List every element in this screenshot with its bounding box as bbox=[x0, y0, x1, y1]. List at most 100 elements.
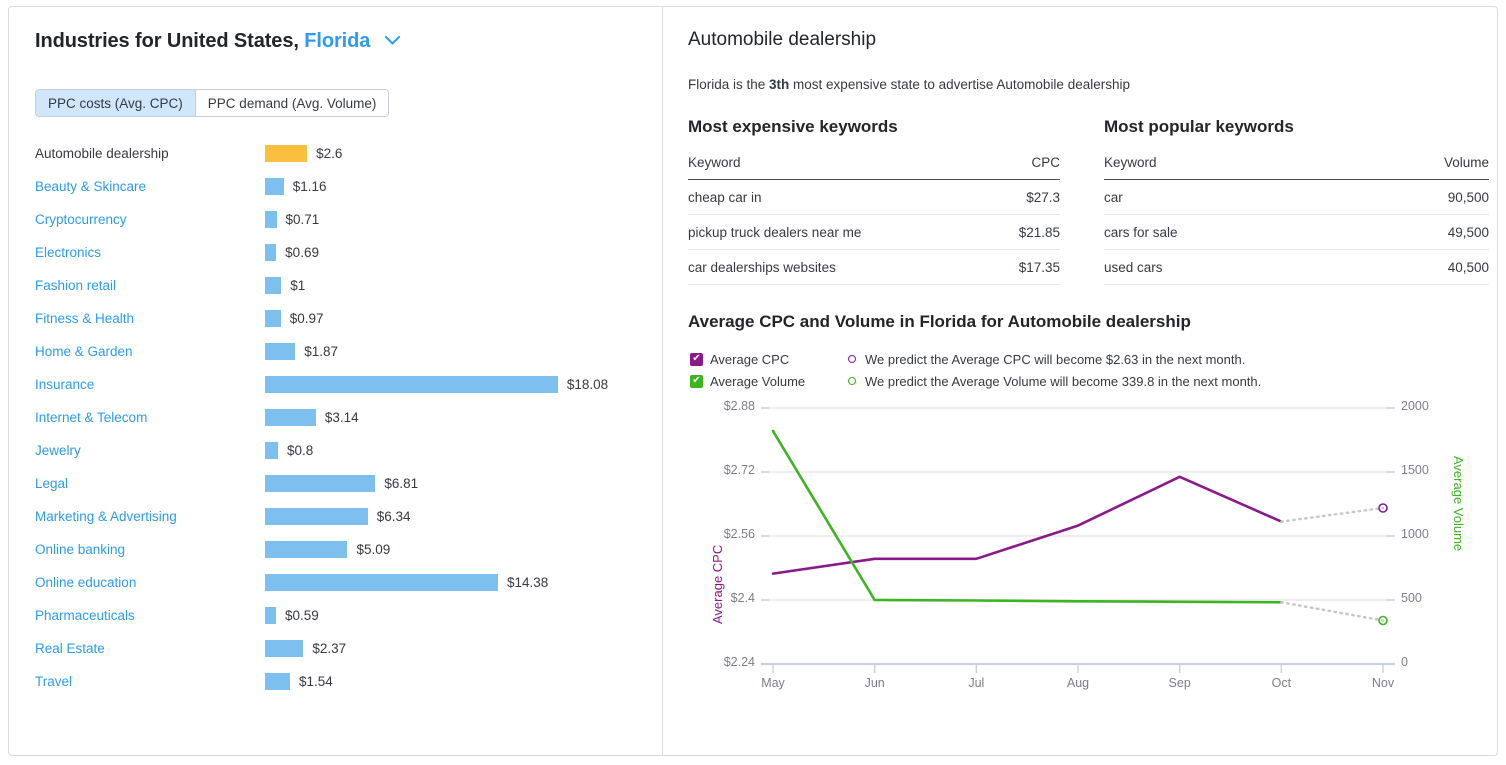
table-header-row: Keyword CPC bbox=[688, 155, 1060, 180]
x-tick-label: Aug bbox=[1066, 676, 1090, 690]
y-left-tick-label: $2.4 bbox=[730, 591, 755, 605]
table-row: car dealerships websites $17.35 bbox=[688, 249, 1060, 285]
industry-bar-group: $6.34 bbox=[265, 500, 411, 533]
y-left-tick-label: $2.56 bbox=[723, 527, 755, 541]
industry-name[interactable]: Marketing & Advertising bbox=[35, 509, 177, 524]
industry-row[interactable]: Pharmaceuticals $0.59 bbox=[9, 599, 662, 632]
industry-row[interactable]: Fitness & Health $0.97 bbox=[9, 302, 662, 335]
x-tick-label: Nov bbox=[1371, 676, 1395, 690]
industry-row[interactable]: Insurance $18.08 bbox=[9, 368, 662, 401]
industry-bar-group: $2.6 bbox=[265, 137, 342, 170]
keyword-value-cell: 49,500 bbox=[1342, 214, 1489, 250]
industry-bar-group: $3.14 bbox=[265, 401, 359, 434]
rank-value: 3th bbox=[769, 77, 790, 92]
industry-bar bbox=[265, 673, 290, 690]
industry-bar-group: $14.38 bbox=[265, 566, 548, 599]
industry-value: $14.38 bbox=[506, 575, 549, 590]
industry-row[interactable]: Electronics $0.69 bbox=[9, 236, 662, 269]
tab-metric-1[interactable]: PPC demand (Avg. Volume) bbox=[194, 90, 389, 116]
industry-bar-group: $2.37 bbox=[265, 632, 346, 665]
page-title: Industries for United States, Florida bbox=[35, 28, 400, 53]
industry-bar bbox=[265, 145, 308, 162]
most-popular-keywords-block: Most popular keywords Keyword Volume car… bbox=[1104, 117, 1489, 285]
y-right-tick-label: 0 bbox=[1401, 655, 1408, 669]
industry-row[interactable]: Beauty & Skincare $1.16 bbox=[9, 170, 662, 203]
industry-row[interactable]: Online education $14.38 bbox=[9, 566, 662, 599]
industry-name[interactable]: Insurance bbox=[35, 377, 94, 392]
most-popular-keywords-table: Keyword Volume car 90,500 cars for sale 49,… bbox=[1104, 155, 1489, 285]
industry-row[interactable]: Fashion retail $1 bbox=[9, 269, 662, 302]
industry-rank-text: Florida is the 3th most expensive state … bbox=[688, 77, 1130, 92]
industry-name[interactable]: Jewelry bbox=[35, 443, 81, 458]
industry-value: $3.14 bbox=[324, 410, 359, 425]
keyword-value-cell: $17.35 bbox=[988, 249, 1060, 285]
keyword-value-cell: $21.85 bbox=[988, 214, 1060, 250]
industry-name[interactable]: Online education bbox=[35, 575, 136, 590]
industry-bar bbox=[265, 442, 278, 459]
industry-bar-group: $1.16 bbox=[265, 170, 327, 203]
industry-value: $1.16 bbox=[292, 179, 327, 194]
table-row: car 90,500 bbox=[1104, 179, 1489, 215]
industry-name[interactable]: Fitness & Health bbox=[35, 311, 134, 326]
industry-bar bbox=[265, 640, 304, 657]
industry-bar-group: $0.71 bbox=[265, 203, 319, 236]
x-tick-label: Sep bbox=[1168, 676, 1191, 690]
keyword-cell: car dealerships websites bbox=[688, 249, 989, 285]
chevron-down-icon[interactable] bbox=[384, 28, 400, 51]
legend-label: Average Volume bbox=[710, 373, 806, 389]
keyword-cell: cars for sale bbox=[1104, 214, 1343, 250]
metric-tabs[interactable]: PPC costs (Avg. CPC) PPC demand (Avg. Vol… bbox=[35, 89, 390, 117]
industry-row[interactable]: Jewelry $0.8 bbox=[9, 434, 662, 467]
industry-bar-group: $1 bbox=[265, 269, 305, 302]
forecast-text: We predict the Average CPC will become $… bbox=[865, 351, 1246, 367]
table-row: cheap car in $27.3 bbox=[688, 179, 1060, 215]
industry-row[interactable]: Home & Garden $1.87 bbox=[9, 335, 662, 368]
page-root: Industries for United States, Florida PP… bbox=[0, 0, 1506, 765]
industry-bar-group: $0.8 bbox=[265, 434, 313, 467]
industry-row[interactable]: Automobile dealership $2.6 bbox=[9, 137, 662, 170]
keyword-cell: car bbox=[1104, 179, 1343, 215]
keyword-cell: cheap car in bbox=[688, 179, 989, 215]
legend-toggle-0[interactable]: ✔ Average CPC bbox=[690, 348, 805, 370]
forecast-line-1 bbox=[1280, 601, 1385, 622]
chart-plot-area: $2.24 $2.4 $2.56 $2.72 $2.88 0 500 1000 1500 2000… bbox=[688, 392, 1488, 692]
industry-row[interactable]: Legal $6.81 bbox=[9, 467, 662, 500]
industry-value: $0.69 bbox=[285, 245, 319, 260]
industry-name[interactable]: Real Estate bbox=[35, 641, 105, 656]
tab-metric-0[interactable]: PPC costs (Avg. CPC) bbox=[36, 90, 195, 116]
industry-name[interactable]: Home & Garden bbox=[35, 344, 133, 359]
industry-name[interactable]: Online banking bbox=[35, 542, 125, 557]
industry-bar bbox=[265, 376, 558, 393]
industry-name[interactable]: Fashion retail bbox=[35, 278, 116, 293]
industry-row[interactable]: Marketing & Advertising $6.34 bbox=[9, 500, 662, 533]
industry-name[interactable]: Internet & Telecom bbox=[35, 410, 147, 425]
table-row: used cars 40,500 bbox=[1104, 249, 1489, 285]
legend-toggle-1[interactable]: ✔ Average Volume bbox=[690, 370, 805, 392]
industry-name[interactable]: Beauty & Skincare bbox=[35, 179, 146, 194]
industry-name[interactable]: Legal bbox=[35, 476, 68, 491]
industry-row[interactable]: Online banking $5.09 bbox=[9, 533, 662, 566]
y-right-tick-label: 2000 bbox=[1401, 399, 1429, 413]
industry-name[interactable]: Travel bbox=[35, 674, 72, 689]
industry-name[interactable]: Electronics bbox=[35, 245, 101, 260]
legend-forecast-column: We predict the Average CPC will become $… bbox=[848, 348, 1261, 392]
industry-name[interactable]: Cryptocurrency bbox=[35, 212, 127, 227]
state-selector-label[interactable]: Florida bbox=[304, 30, 370, 52]
industry-value: $2.37 bbox=[312, 641, 347, 656]
industry-value: $0.71 bbox=[285, 212, 320, 227]
industries-list: Automobile dealership $2.6 Beauty & Skinca… bbox=[9, 137, 662, 698]
industry-row[interactable]: Internet & Telecom $3.14 bbox=[9, 401, 662, 434]
industry-value: $0.59 bbox=[285, 608, 319, 623]
keyword-value-cell: $27.3 bbox=[988, 179, 1060, 215]
industry-value: $2.6 bbox=[316, 146, 343, 161]
industry-row[interactable]: Travel $1.54 bbox=[9, 665, 662, 698]
most-expensive-keywords-block: Most expensive keywords Keyword CPC chea… bbox=[688, 117, 1060, 285]
industry-row[interactable]: Real Estate $2.37 bbox=[9, 632, 662, 665]
col-volume: Volume bbox=[1342, 155, 1489, 180]
x-tick-label: Oct bbox=[1271, 676, 1292, 690]
industry-bar-group: $5.09 bbox=[265, 533, 390, 566]
x-tick-label: Jul bbox=[968, 676, 985, 690]
industry-name[interactable]: Pharmaceuticals bbox=[35, 608, 135, 623]
industry-bar-group: $1.87 bbox=[265, 335, 338, 368]
industry-row[interactable]: Cryptocurrency $0.71 bbox=[9, 203, 662, 236]
